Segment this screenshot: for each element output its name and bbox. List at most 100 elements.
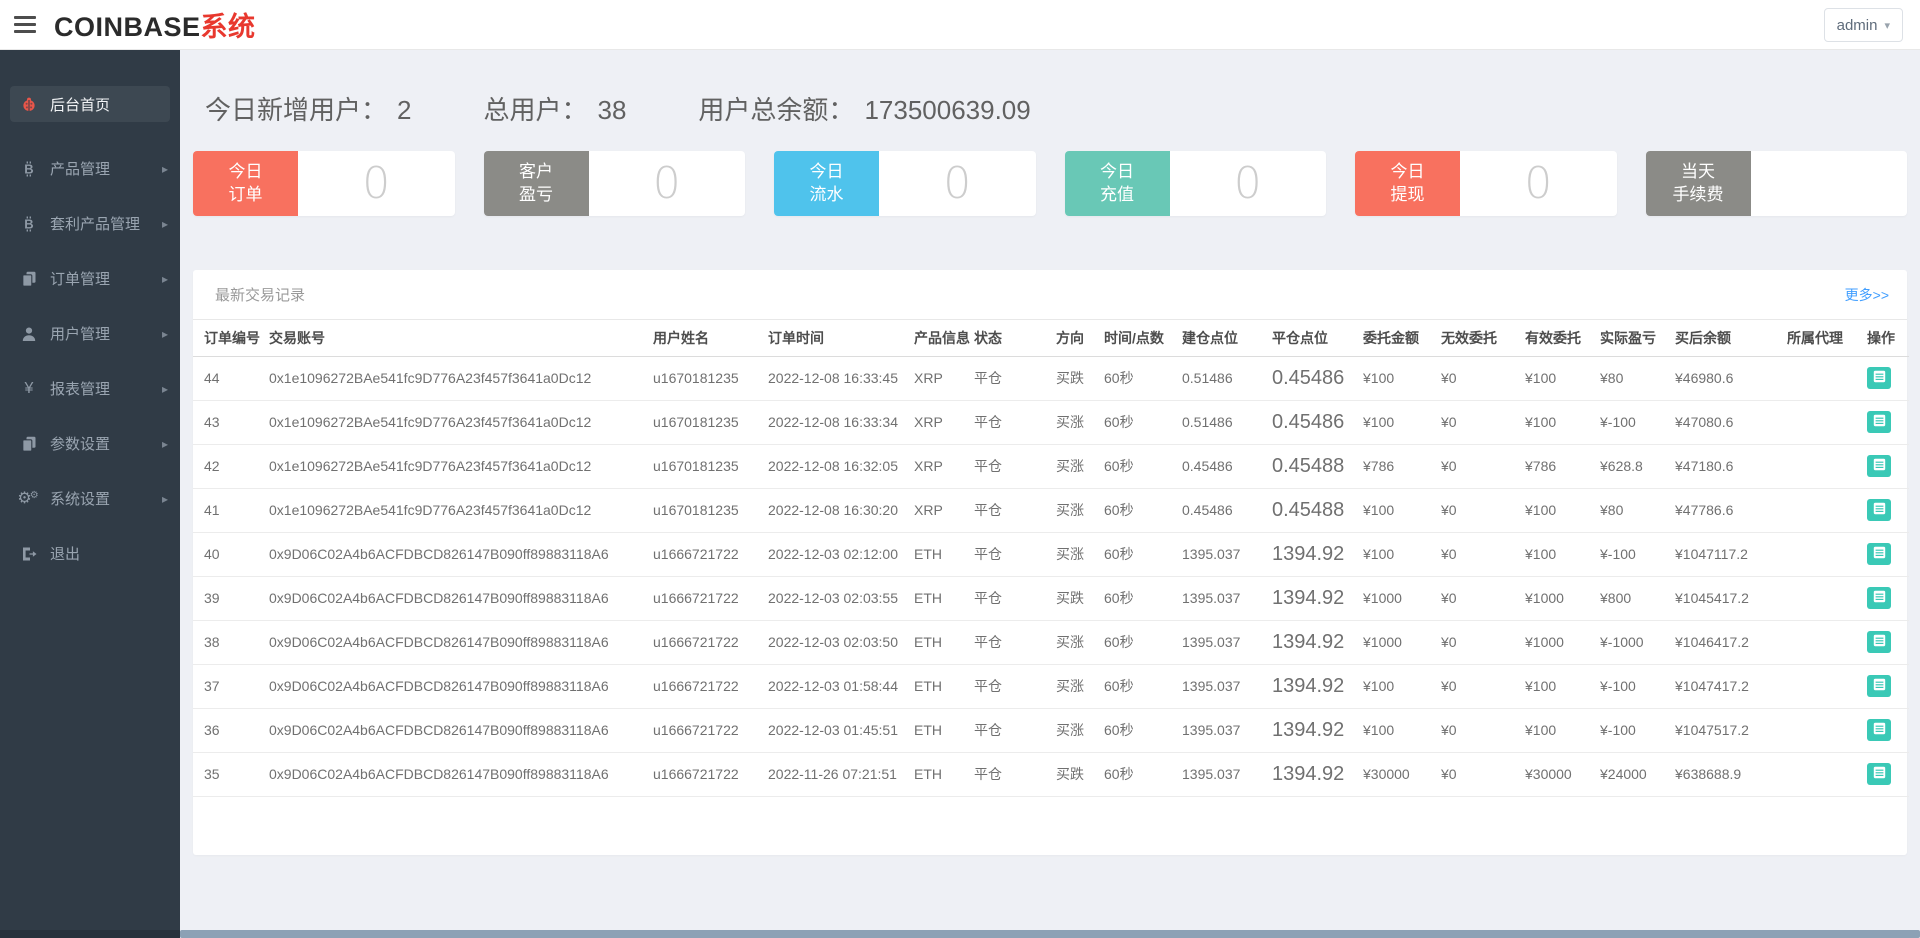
order-time-cell: 2022-12-08 16:30:20 <box>768 488 914 533</box>
order-id-cell: 39 <box>193 576 269 621</box>
agent-cell <box>1787 356 1867 401</box>
period-cell: 60秒 <box>1104 576 1182 621</box>
view-order-button[interactable] <box>1867 367 1891 389</box>
username-cell: u1666721722 <box>653 708 768 753</box>
order-id-cell: 40 <box>193 532 269 577</box>
table-icon <box>1873 590 1886 606</box>
view-order-button[interactable] <box>1867 411 1891 433</box>
amount-cell: ¥1000 <box>1363 620 1441 665</box>
stat-new-users-value: 2 <box>397 95 412 125</box>
view-order-button[interactable] <box>1867 631 1891 653</box>
orders-table: 订单编号 交易账号 用户姓名 订单时间 产品信息 状态 方向 时间/点数 建仓点位 平仓点位 委托金… <box>193 320 1909 797</box>
period-cell: 60秒 <box>1104 532 1182 577</box>
table-icon <box>1873 502 1886 518</box>
period-cell: 60秒 <box>1104 664 1182 709</box>
sidebar-item-params[interactable]: 参数设置 ▸ <box>0 416 180 471</box>
table-icon <box>1873 458 1886 474</box>
profit-cell: ¥-100 <box>1600 664 1675 709</box>
kpi-card-value: 0 <box>943 158 972 209</box>
username-cell: u1666721722 <box>653 752 768 797</box>
status-cell: 平仓 <box>974 532 1056 577</box>
profit-cell: ¥-100 <box>1600 708 1675 753</box>
operation-cell <box>1867 532 1909 577</box>
user-menu-dropdown[interactable]: admin ▾ <box>1823 8 1903 42</box>
balance-cell: ¥47180.6 <box>1675 444 1787 489</box>
sidebar-item-product[interactable]: B 产品管理 ▸ <box>0 141 180 196</box>
direction-cell: 买跌 <box>1056 356 1104 401</box>
invalid-amount-cell: ¥0 <box>1441 488 1525 533</box>
sidebar-item-system[interactable]: ⚙⚙ 系统设置 ▸ <box>0 471 180 526</box>
product-cell: XRP <box>914 400 974 445</box>
svg-text:B: B <box>24 161 33 176</box>
order-id-cell: 41 <box>193 488 269 533</box>
view-order-button[interactable] <box>1867 543 1891 565</box>
hamburger-menu-icon[interactable] <box>14 12 38 37</box>
close-price-cell: 1394.92 <box>1272 620 1363 665</box>
operation-cell <box>1867 664 1909 709</box>
scrollbar-thumb[interactable] <box>180 930 1920 938</box>
column-header: 平仓点位 <box>1272 320 1363 357</box>
account-cell: 0x9D06C02A4b6ACFDBCD826147B090ff89883118… <box>269 752 653 797</box>
table-icon <box>1873 634 1886 650</box>
svg-text:B: B <box>24 216 33 231</box>
kpi-card-1: 今日 订单 0 <box>193 151 455 216</box>
amount-cell: ¥786 <box>1363 444 1441 489</box>
agent-cell <box>1787 752 1867 797</box>
order-id-cell: 37 <box>193 664 269 709</box>
sidebar-menu: 后台首页 B 产品管理 ▸ B 套利产品管理 ▸ 订单管理 ▸ 用户管理 ▸ ¥ 报表管理 ▸ 参数设置 ▸ ⚙… <box>0 86 180 581</box>
files-icon <box>20 270 38 288</box>
direction-cell: 买涨 <box>1056 620 1104 665</box>
valid-amount-cell: ¥100 <box>1525 488 1600 533</box>
logo-text-main: COINBASE <box>54 12 201 42</box>
column-header: 实际盈亏 <box>1600 320 1675 357</box>
table-row: 42 0x1e1096272BAe541fc9D776A23f457f3641a0… <box>193 444 1909 489</box>
column-header: 订单编号 <box>193 320 269 357</box>
view-order-button[interactable] <box>1867 455 1891 477</box>
operation-cell <box>1867 400 1909 445</box>
kpi-card-label: 当天 手续费 <box>1645 151 1751 216</box>
invalid-amount-cell: ¥0 <box>1441 620 1525 665</box>
username-cell: u1666721722 <box>653 532 768 577</box>
agent-cell <box>1787 664 1867 709</box>
more-link[interactable]: 更多>> <box>1845 285 1889 305</box>
open-price-cell: 0.45486 <box>1182 444 1272 489</box>
order-time-cell: 2022-12-08 16:33:34 <box>768 400 914 445</box>
view-order-button[interactable] <box>1867 587 1891 609</box>
close-price-cell: 0.45486 <box>1272 400 1363 445</box>
view-order-button[interactable] <box>1867 675 1891 697</box>
balance-cell: ¥47080.6 <box>1675 400 1787 445</box>
period-cell: 60秒 <box>1104 708 1182 753</box>
operation-cell <box>1867 576 1909 621</box>
view-order-button[interactable] <box>1867 719 1891 741</box>
column-header: 有效委托 <box>1525 320 1600 357</box>
order-time-cell: 2022-12-03 01:58:44 <box>768 664 914 709</box>
account-cell: 0x9D06C02A4b6ACFDBCD826147B090ff89883118… <box>269 532 653 577</box>
username-cell: u1670181235 <box>653 356 768 401</box>
operation-cell <box>1867 620 1909 665</box>
gears-icon: ⚙⚙ <box>17 489 39 507</box>
account-cell: 0x1e1096272BAe541fc9D776A23f457f3641a0Dc… <box>269 400 653 445</box>
view-order-button[interactable] <box>1867 763 1891 785</box>
sidebar-item-home[interactable]: 后台首页 <box>10 86 170 122</box>
invalid-amount-cell: ¥0 <box>1441 752 1525 797</box>
table-icon <box>1873 414 1886 430</box>
sidebar-item-label: 订单管理 <box>50 271 111 288</box>
sidebar-item-arbitrage[interactable]: B 套利产品管理 ▸ <box>0 196 180 251</box>
kpi-card-value <box>1751 151 1908 216</box>
sidebar-item-logout[interactable]: 退出 <box>0 526 180 581</box>
user-icon <box>20 325 38 343</box>
latest-trades-panel: 最新交易记录 更多>> 订单编号 交易账号 用户姓名 订单时间 产品信息 状态 方向 时间/点… <box>193 270 1909 855</box>
invalid-amount-cell: ¥0 <box>1441 444 1525 489</box>
account-cell: 0x9D06C02A4b6ACFDBCD826147B090ff89883118… <box>269 664 653 709</box>
kpi-card-label: 客户 盈亏 <box>483 151 589 216</box>
stat-total-balance-label: 用户总余额： <box>698 95 855 125</box>
amount-cell: ¥1000 <box>1363 576 1441 621</box>
product-cell: XRP <box>914 356 974 401</box>
stat-total-users: 总用户： 38 <box>483 90 626 127</box>
column-header: 买后余额 <box>1675 320 1787 357</box>
sidebar-item-user[interactable]: 用户管理 ▸ <box>0 306 180 361</box>
sidebar-item-report[interactable]: ¥ 报表管理 ▸ <box>0 361 180 416</box>
view-order-button[interactable] <box>1867 499 1891 521</box>
agent-cell <box>1787 532 1867 577</box>
sidebar-item-order[interactable]: 订单管理 ▸ <box>0 251 180 306</box>
